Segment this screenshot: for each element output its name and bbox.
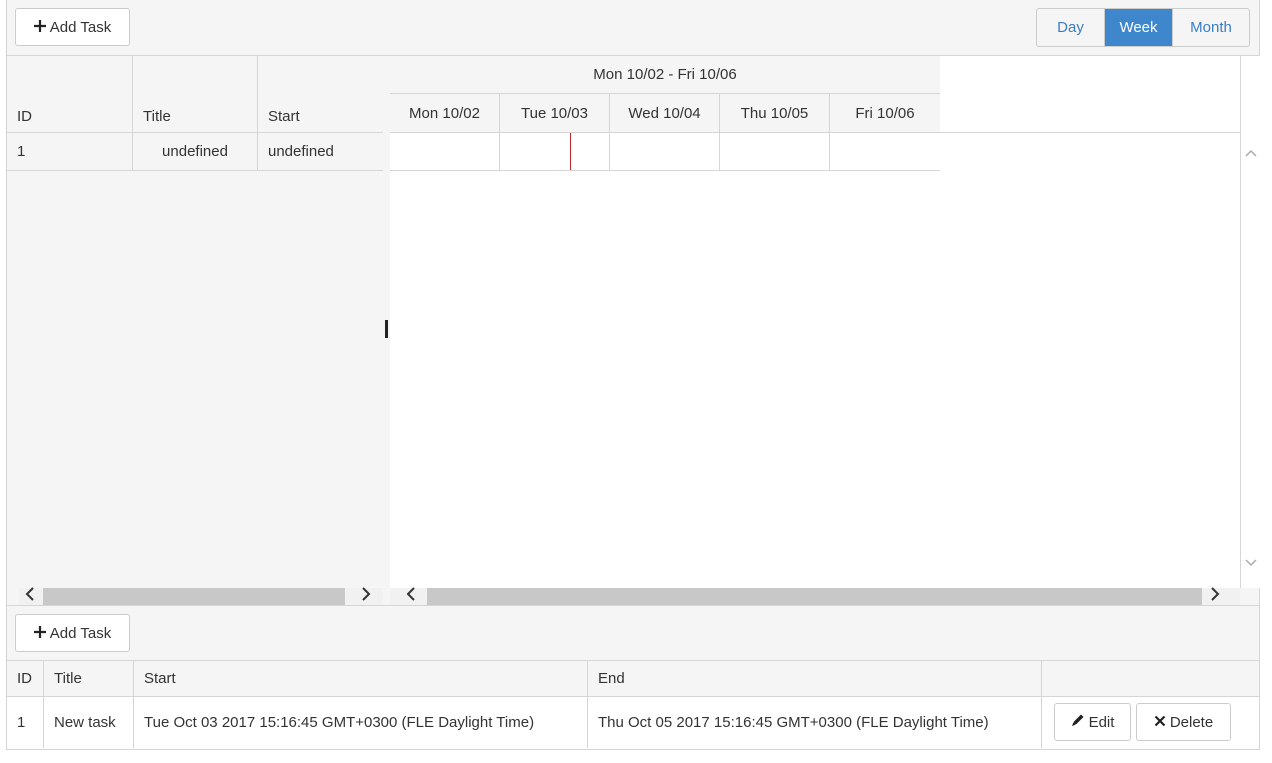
timeline-days-header: Mon 10/02 Tue 10/03 Wed 10/04 Thu 10/05 …: [390, 94, 940, 133]
plus-icon: [33, 19, 46, 36]
scroll-thumb[interactable]: [43, 588, 345, 605]
scroll-thumb[interactable]: [427, 588, 1202, 605]
tree-horizontal-scrollbar[interactable]: [19, 587, 383, 606]
chevron-down-icon[interactable]: [1245, 554, 1257, 570]
view-week-button[interactable]: Week: [1105, 9, 1173, 46]
day-cell: [720, 133, 830, 170]
tree-cell-title: undefined: [133, 133, 258, 170]
chevron-right-icon[interactable]: [361, 587, 371, 606]
close-icon: [1154, 714, 1166, 731]
day-cell: [500, 133, 610, 170]
splitter-handle[interactable]: [385, 320, 388, 338]
chevron-right-icon[interactable]: [1210, 587, 1220, 606]
grid-toolbar: Add Task: [6, 606, 1260, 661]
grid-cell-title: New task: [44, 697, 134, 748]
timeline-row[interactable]: [390, 133, 940, 171]
grid-cell-start: Tue Oct 03 2017 15:16:45 GMT+0300 (FLE D…: [134, 697, 588, 748]
add-task-label: Add Task: [49, 18, 112, 36]
grid-cell-id: 1: [7, 697, 44, 748]
day-header: Thu 10/05: [720, 94, 830, 132]
grid-header-end[interactable]: End: [588, 661, 1042, 696]
timeline-horizontal-scrollbar[interactable]: [390, 587, 1240, 606]
timeline-vertical-scrollbar[interactable]: [1240, 56, 1260, 588]
edit-button[interactable]: Edit: [1054, 703, 1131, 741]
tree-row[interactable]: 1 undefined undefined: [7, 133, 383, 171]
add-task-button[interactable]: Add Task: [15, 8, 130, 46]
delete-button[interactable]: Delete: [1136, 703, 1231, 741]
grid-cell-actions: Edit Delete: [1042, 697, 1259, 748]
task-grid: ID Title Start End 1 New task Tue Oct 03…: [6, 661, 1260, 750]
day-header: Mon 10/02: [390, 94, 500, 132]
grid-header-start[interactable]: Start: [134, 661, 588, 696]
chevron-left-icon[interactable]: [25, 587, 35, 606]
add-task-label: Add Task: [49, 624, 112, 642]
day-cell: [390, 133, 500, 170]
grid-cell-end: Thu Oct 05 2017 15:16:45 GMT+0300 (FLE D…: [588, 697, 1042, 748]
grid-header-id[interactable]: ID: [7, 661, 44, 696]
view-day-button[interactable]: Day: [1037, 9, 1105, 46]
day-header: Tue 10/03: [500, 94, 610, 132]
tree-cell-id: 1: [7, 133, 133, 170]
timeline-range-header: Mon 10/02 - Fri 10/06: [390, 56, 940, 94]
current-time-marker: [570, 133, 571, 170]
tree-header-title[interactable]: Title: [133, 56, 258, 133]
tree-cell-start: undefined: [268, 143, 334, 160]
plus-icon: [33, 625, 46, 642]
day-header: Fri 10/06: [855, 104, 915, 122]
grid-header: ID Title Start End: [7, 661, 1259, 697]
day-header: Wed 10/04: [610, 94, 720, 132]
edit-label: Edit: [1088, 713, 1115, 731]
grid-header-actions: [1042, 661, 1259, 696]
pane-splitter[interactable]: [383, 56, 390, 588]
task-tree-list: ID Title Start 1 undefined undefined: [7, 56, 383, 588]
grid-header-title[interactable]: Title: [44, 661, 134, 696]
day-cell: [610, 133, 720, 170]
tree-header: ID Title Start: [7, 56, 383, 133]
pencil-icon: [1071, 713, 1085, 731]
timeline-pane: Mon 10/02 - Fri 10/06 Mon 10/02 Tue 10/0…: [390, 56, 1240, 588]
delete-label: Delete: [1169, 713, 1214, 731]
day-cell: [830, 133, 940, 170]
gantt-chart: Add Task Day Week Month ID Title Start 1…: [6, 0, 1260, 606]
view-month-button[interactable]: Month: [1173, 9, 1249, 46]
chevron-left-icon[interactable]: [406, 587, 416, 606]
gantt-toolbar: Add Task Day Week Month: [7, 0, 1259, 56]
view-switcher: Day Week Month: [1036, 8, 1250, 47]
grid-add-task-button[interactable]: Add Task: [15, 614, 130, 652]
table-row[interactable]: 1 New task Tue Oct 03 2017 15:16:45 GMT+…: [7, 697, 1259, 748]
tree-header-id[interactable]: ID: [7, 56, 133, 133]
tree-header-start[interactable]: Start: [258, 56, 383, 133]
timeline-header-fill: [940, 56, 1240, 133]
chevron-up-icon[interactable]: [1245, 144, 1257, 160]
